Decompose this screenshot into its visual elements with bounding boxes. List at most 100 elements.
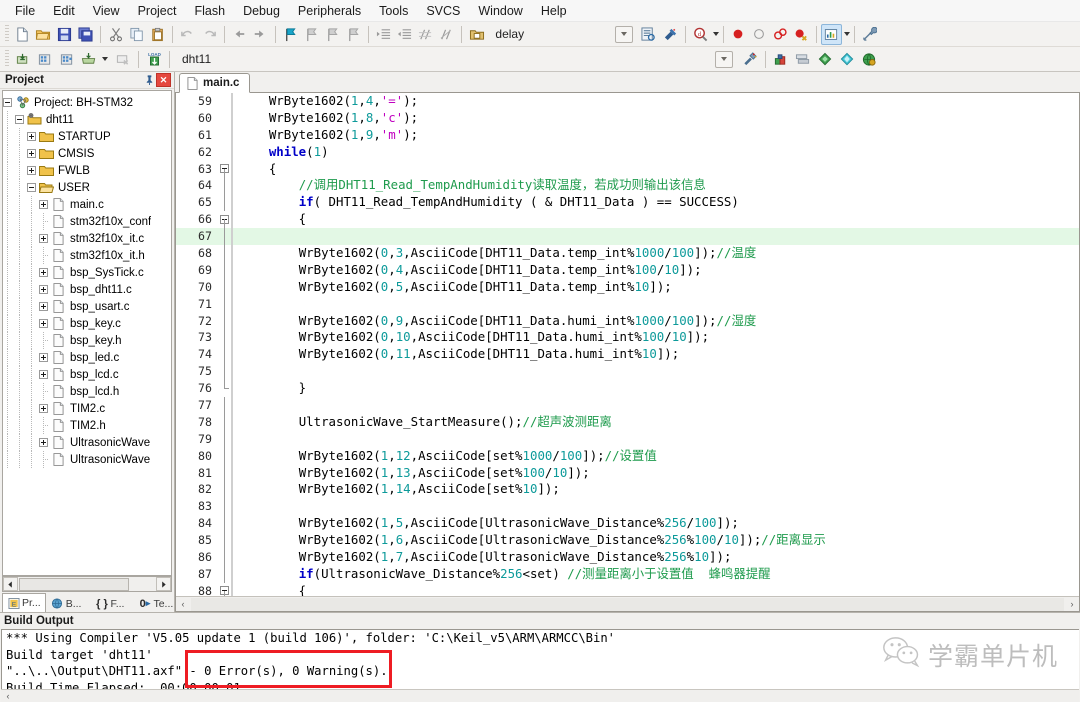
editor-hscroll-track[interactable] [191,597,1064,611]
expand-plus-icon[interactable] [39,268,48,277]
fold-marker[interactable] [218,312,231,330]
bookmark-clear-icon[interactable] [343,24,364,45]
disable-all-breakpoints-icon[interactable] [791,24,812,45]
build-toolbar-grip[interactable] [5,50,9,68]
editor-hscroll-right-arrow-icon[interactable]: › [1065,598,1079,611]
code-line[interactable]: 60 WrByte1602(1,8,'c'); [176,109,1079,127]
menu-item-file[interactable]: File [6,2,44,20]
code-line[interactable]: 78 UltrasonicWave_StartMeasure();//超声波测距… [176,413,1079,431]
code-line[interactable]: 73 WrByte1602(0,10,AsciiCode[DHT11_Data.… [176,329,1079,347]
fold-marker[interactable] [218,397,231,414]
collapse-minus-icon[interactable] [27,183,36,192]
tree-item-ultrasonicwave[interactable]: UltrasonicWave [3,451,171,468]
navigate-forward-icon[interactable] [250,24,271,45]
comment-icon[interactable] [415,24,436,45]
tree-item-bsp-systick-c[interactable]: bsp_SysTick.c [3,264,171,281]
tree-item-tim2-c[interactable]: TIM2.c [3,400,171,417]
fold-marker[interactable] [218,329,231,347]
indent-icon[interactable] [373,24,394,45]
fold-marker[interactable] [218,228,231,246]
tree-item-bsp-lcd-c[interactable]: bsp_lcd.c [3,366,171,383]
close-icon[interactable]: ✕ [156,73,171,87]
fold-marker[interactable] [218,161,231,178]
svcs-icon[interactable] [836,49,858,70]
fold-marker[interactable] [218,295,231,313]
toolbar-grip[interactable] [5,25,9,43]
code-line[interactable]: 71 [176,295,1079,313]
code-line[interactable]: 82 WrByte1602(1,14,AsciiCode[set%10]); [176,481,1079,499]
project-tree[interactable]: Project: BH-STM32 dht11 STARTUP CMSIS FWLB US… [2,90,172,576]
tab-templates[interactable]: 0 ▸ Te... [133,594,178,612]
batch-build-dropdown-icon[interactable] [102,57,108,61]
code-line[interactable]: 84 WrByte1602(1,5,AsciiCode[UltrasonicWa… [176,515,1079,533]
expand-plus-icon[interactable] [27,132,36,141]
tab-functions[interactable]: { } F... [90,594,129,612]
tree-item-stm32f10x-it-h[interactable]: stm32f10x_it.h [3,247,171,264]
fold-marker[interactable] [218,93,231,110]
tree-item-main-c[interactable]: main.c [3,196,171,213]
document-tab-main-c[interactable]: main.c [179,73,251,93]
find-field-label[interactable]: delay [495,27,615,41]
tree-item-fwlb[interactable]: FWLB [3,162,171,179]
bookmark-prev-icon[interactable] [301,24,322,45]
build-target-icon[interactable] [34,49,56,70]
menu-item-flash[interactable]: Flash [185,2,234,20]
tree-item-bsp-key-c[interactable]: bsp_key.c [3,315,171,332]
manage-windows-dropdown-icon[interactable] [844,32,851,36]
menu-item-tools[interactable]: Tools [370,2,417,20]
new-file-icon[interactable] [12,24,33,45]
hscroll-thumb[interactable] [19,577,129,591]
code-line[interactable]: 65 if( DHT11_Read_TempAndHumidity ( & DH… [176,194,1079,212]
code-line[interactable]: 83 [176,498,1079,516]
tree-item-bsp-led-c[interactable]: bsp_led.c [3,349,171,366]
expand-plus-icon[interactable] [39,234,48,243]
project-tree-hscrollbar[interactable] [2,576,172,592]
fold-marker[interactable] [218,498,231,516]
fold-marker[interactable] [218,430,231,448]
manage-project-items-icon[interactable] [792,49,814,70]
cut-icon[interactable] [105,24,126,45]
target-options-icon[interactable] [739,49,761,70]
debug-query-dropdown-icon[interactable] [712,32,719,36]
tab-project[interactable]: E Pr... [2,593,46,612]
code-line[interactable]: 87 if(UltrasonicWave_Distance%256<set) /… [176,565,1079,583]
find-in-files2-icon[interactable] [660,24,681,45]
fold-marker[interactable] [218,194,231,212]
menu-item-window[interactable]: Window [469,2,531,20]
tree-item-ultrasonicwave[interactable]: UltrasonicWave [3,434,171,451]
tree-item-project-bh-stm32[interactable]: Project: BH-STM32 [3,94,171,111]
target-dropdown-arrow-icon[interactable] [715,50,733,68]
fold-marker[interactable] [218,211,231,229]
undo-icon[interactable] [177,24,198,45]
fold-marker[interactable] [218,380,231,397]
expand-plus-icon[interactable] [27,166,36,175]
find-dropdown-arrow-icon[interactable] [615,25,633,43]
insert-breakpoint-icon[interactable] [728,24,749,45]
fold-marker[interactable] [218,144,231,161]
menu-item-debug[interactable]: Debug [234,2,289,20]
manage-run-env-icon[interactable] [858,49,880,70]
tree-item-tim2-h[interactable]: TIM2.h [3,417,171,434]
fold-marker[interactable] [218,110,231,127]
manage-runtime-icon[interactable] [770,49,792,70]
code-line[interactable]: 62 while(1) [176,143,1079,161]
editor-hscrollbar[interactable]: ‹ › [176,596,1079,611]
code-line[interactable]: 75 [176,363,1079,381]
configure-icon[interactable] [859,24,880,45]
copy-icon[interactable] [126,24,147,45]
fold-marker[interactable] [218,549,231,566]
code-line[interactable]: 66 { [176,211,1079,229]
tree-item-startup[interactable]: STARTUP [3,128,171,145]
expand-plus-icon[interactable] [39,285,48,294]
tree-item-bsp-key-h[interactable]: bsp_key.h [3,332,171,349]
tree-item-stm32f10x-conf[interactable]: stm32f10x_conf [3,213,171,230]
expand-plus-icon[interactable] [39,404,48,413]
menu-item-edit[interactable]: Edit [44,2,84,20]
paste-icon[interactable] [147,24,168,45]
code-line[interactable]: 69 WrByte1602(0,4,AsciiCode[DHT11_Data.t… [176,261,1079,279]
code-line[interactable]: 64 //调用DHT11_Read_TempAndHumidity读取温度，若成… [176,177,1079,195]
tree-item-bsp-lcd-h[interactable]: bsp_lcd.h [3,383,171,400]
menu-item-peripherals[interactable]: Peripherals [289,2,370,20]
hscroll-right-arrow-icon[interactable] [156,577,171,591]
tree-item-cmsis[interactable]: CMSIS [3,145,171,162]
